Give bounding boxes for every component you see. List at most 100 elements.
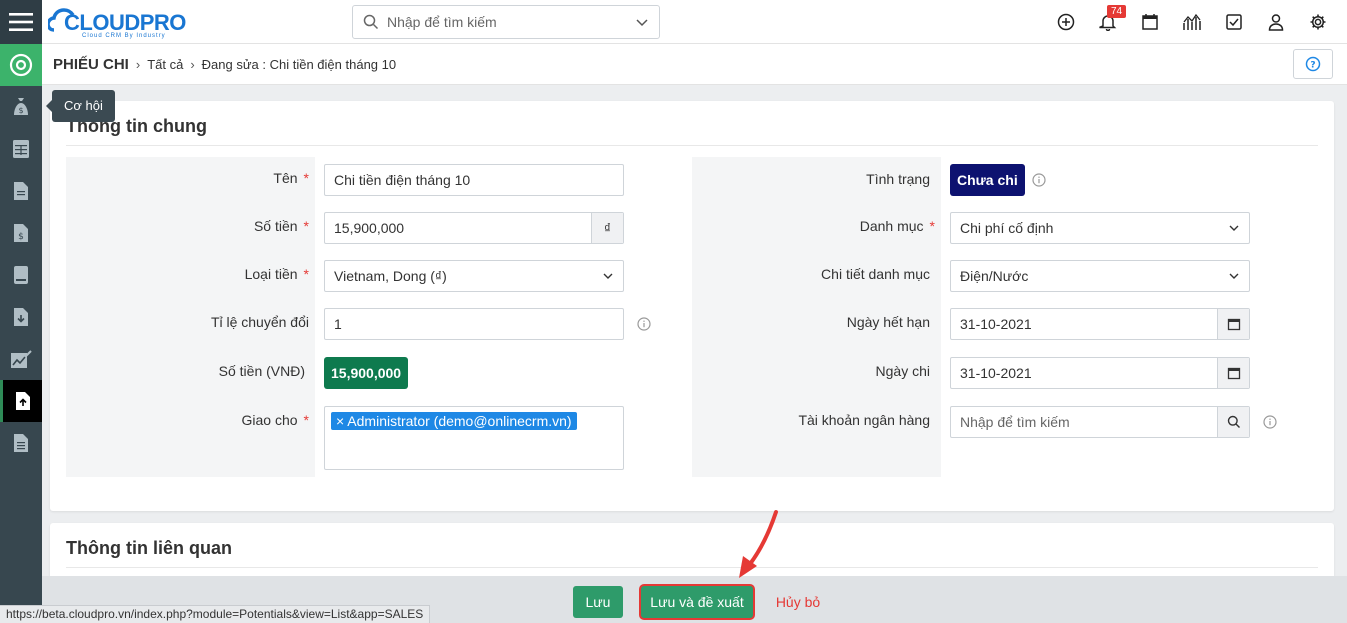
name-field[interactable]: Chi tiền điện tháng 10 [324,164,624,196]
amount-label: Số tiền * [253,218,309,234]
svg-text:CLOUDPRO: CLOUDPRO [64,10,186,35]
download-document-icon [14,308,28,326]
global-search[interactable] [352,5,660,39]
sidebar-item-invoice[interactable] [0,170,42,212]
status-url-bar: https://beta.cloudpro.vn/index.php?modul… [0,605,431,623]
calendar-icon [1227,318,1240,331]
save-and-propose-button[interactable]: Lưu và đề xuất [641,586,753,618]
top-icons: 74 [1045,0,1339,44]
rate-label: Tỉ lệ chuyển đổi [210,314,309,330]
svg-text:$: $ [18,106,23,115]
svg-text:Cloud CRM By Industry: Cloud CRM By Industry [82,33,166,39]
info-icon[interactable] [1263,415,1277,429]
pay-date-label: Ngày chi [875,363,930,379]
tasks-button[interactable] [1213,0,1255,44]
help-button[interactable]: ? [1293,49,1333,79]
svg-text:?: ? [1310,61,1315,71]
bank-account-search[interactable]: Nhập để tìm kiếm [950,406,1250,438]
rate-field[interactable]: 1 [324,308,624,340]
money-document-icon: $ [14,224,28,242]
chevron-down-icon [603,273,613,279]
note-icon [14,434,28,452]
upload-document-icon [15,392,30,410]
sidebar-item-notes[interactable] [0,422,42,464]
chevron-right-icon: › [135,56,141,72]
subcategory-label: Chi tiết danh mục [821,266,930,282]
section-title: Thông tin liên quan [66,538,232,558]
date-picker-button[interactable] [1217,358,1249,388]
calendar-button[interactable] [1129,0,1171,44]
currency-addon: ₫ [591,213,623,243]
add-button[interactable] [1045,0,1087,44]
sidebar-item-payment-voucher[interactable] [0,380,42,422]
breadcrumb: PHIẾU CHI › Tất cả › Đang sửa : Chi tiền… [42,44,1347,85]
notifications-button[interactable]: 74 [1087,0,1129,44]
target-icon [9,53,33,77]
plus-circle-icon [1057,13,1075,31]
calendar-icon [1142,14,1158,30]
assigned-field[interactable]: × Administrator (demo@onlinecrm.vn) [324,406,624,470]
sidebar-item-dashboard[interactable] [0,44,42,86]
info-icon[interactable] [1032,173,1046,187]
sidebar-item-import[interactable] [0,296,42,338]
save-button[interactable]: Lưu [573,586,623,618]
assigned-label: Giao cho * [241,412,310,428]
due-date-field[interactable]: 31-10-2021 [950,308,1250,340]
pay-date-field[interactable]: 31-10-2021 [950,357,1250,389]
sidebar: $ $ [0,0,42,623]
document-icon [14,182,28,200]
sidebar-item-receipt[interactable]: $ [0,212,42,254]
breadcrumb-all-link[interactable]: Tất cả [147,57,183,72]
book-icon [14,266,28,284]
general-info-card: Thông tin chung Tên * Chi tiền điện tháng… [50,101,1334,511]
vnd-amount-value: 15,900,000 [324,357,409,389]
calendar-icon [1227,367,1240,380]
sidebar-item-reports[interactable] [0,338,42,380]
due-date-label: Ngày hết hạn [846,314,930,330]
search-icon [1227,415,1240,428]
divider [66,567,1318,568]
assigned-user-tag[interactable]: × Administrator (demo@onlinecrm.vn) [331,412,577,430]
gear-icon [1310,14,1326,30]
spreadsheet-icon [13,140,29,158]
bank-account-label: Tài khoản ngân hàng [798,412,930,428]
annotation-arrow [739,510,778,578]
user-icon [1268,14,1284,31]
analytics-icon [1183,13,1201,30]
analytics-button[interactable] [1171,0,1213,44]
subcategory-select[interactable]: Điện/Nước [950,260,1250,292]
related-info-card: Thông tin liên quan [50,523,1334,583]
cancel-button[interactable]: Hủy bỏ [768,586,828,618]
status-label: Tình trạng [866,171,930,187]
notification-count-badge: 74 [1107,5,1127,18]
question-icon: ? [1305,56,1321,72]
sidebar-tooltip: Cơ hội [46,90,115,122]
sidebar-item-book[interactable] [0,254,42,296]
status-badge[interactable]: Chưa chi [950,164,1025,196]
chevron-down-icon[interactable] [635,15,649,29]
chevron-down-icon [1229,225,1239,231]
cloudpro-logo[interactable]: CLOUDPRO Cloud CRM By Industry [46,4,203,40]
divider [66,145,1318,146]
hamburger-icon [9,13,33,31]
settings-button[interactable] [1297,0,1339,44]
chart-icon [11,350,32,368]
info-icon[interactable] [637,317,651,331]
money-bag-icon: $ [14,98,28,115]
sidebar-item-opportunities[interactable]: $ [0,86,42,128]
menu-toggle-button[interactable] [0,0,42,44]
sidebar-item-sheet[interactable] [0,128,42,170]
date-picker-button[interactable] [1217,309,1249,339]
category-label: Danh mục * [859,218,935,234]
currency-select[interactable]: Vietnam, Dong (₫) [324,260,624,292]
breadcrumb-module[interactable]: PHIẾU CHI [53,56,129,73]
bank-search-button[interactable] [1217,407,1249,437]
name-label: Tên * [273,170,309,186]
user-profile-button[interactable] [1255,0,1297,44]
chevron-down-icon [1229,273,1239,279]
category-select[interactable]: Chi phí cố định [950,212,1250,244]
vnd-amount-label: Số tiền (VNĐ) [218,363,305,379]
search-input[interactable] [387,14,635,30]
amount-field[interactable]: 15,900,000 ₫ [324,212,624,244]
svg-text:$: $ [18,232,24,242]
